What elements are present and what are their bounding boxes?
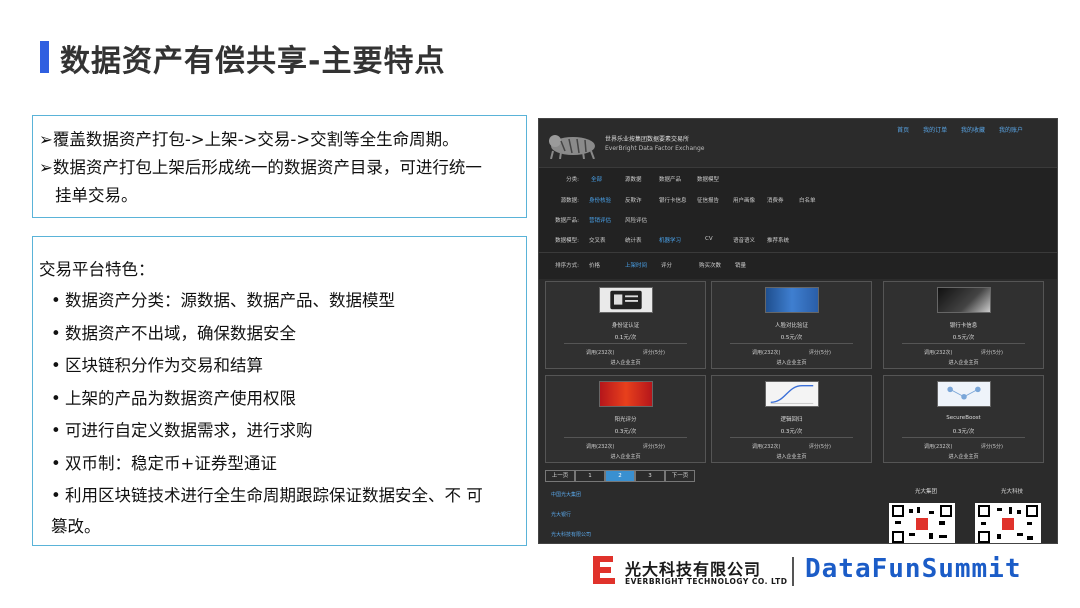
footer-link[interactable]: 光大科技有限公司: [551, 531, 591, 538]
features-box: 交易平台特色： • 数据资产分类：源数据、数据产品、数据模型 • 数据资产不出域，确…: [32, 236, 527, 546]
sunshine-score-icon: [598, 381, 653, 407]
market-org-cn: 世界乐业按集团数据要素交易所: [605, 136, 690, 143]
filter-option[interactable]: 交叉表: [589, 236, 606, 244]
features-heading: 交易平台特色：: [39, 260, 155, 279]
bank-card-icon: [936, 287, 991, 313]
feature-item: • 数据资产不出域，确保数据安全: [51, 323, 296, 343]
sigmoid-curve-icon: [764, 381, 819, 407]
footer-link[interactable]: 中国光大集团: [551, 491, 581, 498]
qr-title: 光大科技: [1001, 489, 1024, 495]
filter-option[interactable]: 银行卡信息: [659, 196, 687, 204]
page-button-3[interactable]: 3: [635, 470, 665, 482]
sort-option[interactable]: 上架时间: [625, 261, 647, 269]
market-top-links: 首页 我的订单 我的收藏 我的账户: [885, 125, 1023, 134]
filter-option[interactable]: CV: [705, 236, 713, 242]
market-header: 世界乐业按集团数据要素交易所 EverBright Data Factor Ex…: [539, 119, 1057, 167]
lifecycle-line-1: ➢覆盖数据资产打包->上架->交易->交割等全生命周期。: [39, 130, 459, 149]
top-link-orders[interactable]: 我的订单: [923, 127, 947, 134]
filter-option[interactable]: 征信报告: [697, 196, 719, 204]
filter-option[interactable]: 身份核验: [589, 196, 611, 204]
next-page-button[interactable]: 下一页: [665, 470, 695, 482]
enter-homepage-link[interactable]: 进入企业主页: [712, 359, 871, 366]
enter-homepage-link[interactable]: 进入企业主页: [884, 359, 1043, 366]
sort-option[interactable]: 价格: [589, 261, 600, 269]
feature-item: • 利用区块链技术进行全生命周期跟踪保证数据安全、不 可: [51, 486, 483, 505]
lifecycle-box: ➢覆盖数据资产打包->上架->交易->交割等全生命周期。 ➢数据资产打包上架后形…: [32, 115, 527, 218]
sort-option[interactable]: 销量: [735, 261, 746, 269]
filter-option[interactable]: 推荐系统: [767, 236, 789, 244]
page-title: 数据资产有偿共享-主要特点: [60, 44, 446, 79]
filter-option[interactable]: 反欺诈: [625, 196, 642, 204]
feature-item: • 可进行自定义数据需求，进行求购: [51, 421, 313, 440]
network-diagram-icon: [936, 381, 991, 407]
filter-option[interactable]: 营销评估: [589, 216, 611, 224]
tiger-logo-icon: [549, 135, 595, 159]
product-card[interactable]: 身份证认证 0.1元/次 调用(232次) 评分(5分) 进入企业主页: [545, 281, 706, 369]
filter-option[interactable]: 消费券: [767, 196, 784, 204]
product-card[interactable]: 人脸对比验证 0.5元/次 调用(232次) 评分(5分) 进入企业主页: [711, 281, 872, 369]
everbright-logo-icon: [593, 556, 615, 584]
feature-item: • 双币制：稳定币+证券型通证: [51, 453, 277, 473]
top-link-favorites[interactable]: 我的收藏: [961, 127, 985, 134]
id-card-icon: [598, 287, 653, 313]
sort-option[interactable]: 购买次数: [699, 261, 721, 269]
datafunsummit-logo: DataFunSummit: [805, 554, 1022, 584]
page-button-1[interactable]: 1: [575, 470, 605, 482]
prev-page-button[interactable]: 上一页: [545, 470, 575, 482]
filter-option[interactable]: 用户画像: [733, 196, 755, 204]
pagination: 上一页 1 2 3 下一页: [545, 470, 695, 482]
feature-item-continuation: 篡改。: [51, 516, 101, 536]
top-link-home[interactable]: 首页: [897, 127, 909, 134]
top-link-account[interactable]: 我的账户: [999, 127, 1023, 134]
company-name-en: EVERBRIGHT TECHNOLOGY CO. LTD: [625, 577, 788, 586]
market-filters: 分类: 全部 源数据 数据产品 数据模型 源数据: 身份核验 反欺诈 银行卡信息…: [539, 167, 1057, 279]
product-card[interactable]: 银行卡信息 0.5元/次 调用(232次) 评分(5分) 进入企业主页: [883, 281, 1044, 369]
filter-option[interactable]: 风险评估: [625, 216, 647, 224]
footer-link[interactable]: 光大银行: [551, 511, 571, 518]
feature-item: • 数据资产分类：源数据、数据产品、数据模型: [51, 291, 395, 310]
filter-option[interactable]: 数据产品: [659, 175, 681, 183]
product-card[interactable]: 逻辑回归 0.3元/次 调用(232次) 评分(5分) 进入企业主页: [711, 375, 872, 463]
marketplace-screenshot: 世界乐业按集团数据要素交易所 EverBright Data Factor Ex…: [538, 118, 1058, 544]
market-org-en: EverBright Data Factor Exchange: [605, 145, 705, 152]
enter-homepage-link[interactable]: 进入企业主页: [546, 359, 705, 366]
product-card[interactable]: SecureBoost 0.3元/次 调用(232次) 评分(5分) 进入企业主…: [883, 375, 1044, 463]
product-card[interactable]: 阳光评分 0.3元/次 调用(232次) 评分(5分) 进入企业主页: [545, 375, 706, 463]
filter-option[interactable]: 源数据: [625, 175, 642, 183]
logo-divider: [792, 557, 794, 586]
qr-title: 光大集团: [915, 489, 938, 495]
enter-homepage-link[interactable]: 进入企业主页: [546, 453, 705, 460]
feature-item: • 上架的产品为数据资产使用权限: [51, 388, 296, 408]
filter-option[interactable]: 全部: [591, 175, 602, 183]
features-list: • 数据资产分类：源数据、数据产品、数据模型 • 数据资产不出域，确保数据安全 • 区…: [39, 285, 520, 541]
title-accent-bar: [40, 41, 49, 73]
sort-option[interactable]: 评分: [661, 261, 672, 269]
qr-code-icon: [975, 503, 1041, 543]
market-footer: 中国光大集团 光大银行 光大科技有限公司 光大集团 光大科技: [539, 485, 1057, 543]
face-compare-icon: [764, 287, 819, 313]
enter-homepage-link[interactable]: 进入企业主页: [712, 453, 871, 460]
enter-homepage-link[interactable]: 进入企业主页: [884, 453, 1043, 460]
filter-option[interactable]: 语音语义: [733, 236, 755, 244]
page-button-2[interactable]: 2: [605, 470, 635, 482]
lifecycle-line-3: 挂单交易。: [55, 186, 138, 205]
filter-option[interactable]: 白名单: [799, 196, 816, 204]
filter-option[interactable]: 机器学习: [659, 236, 681, 244]
filter-option[interactable]: 统计表: [625, 236, 642, 244]
qr-code-icon: [889, 503, 955, 543]
filter-option[interactable]: 数据模型: [697, 175, 719, 183]
lifecycle-line-2: ➢数据资产打包上架后形成统一的数据资产目录，可进行统一: [39, 158, 482, 177]
feature-item: • 区块链积分作为交易和结算: [51, 356, 263, 375]
